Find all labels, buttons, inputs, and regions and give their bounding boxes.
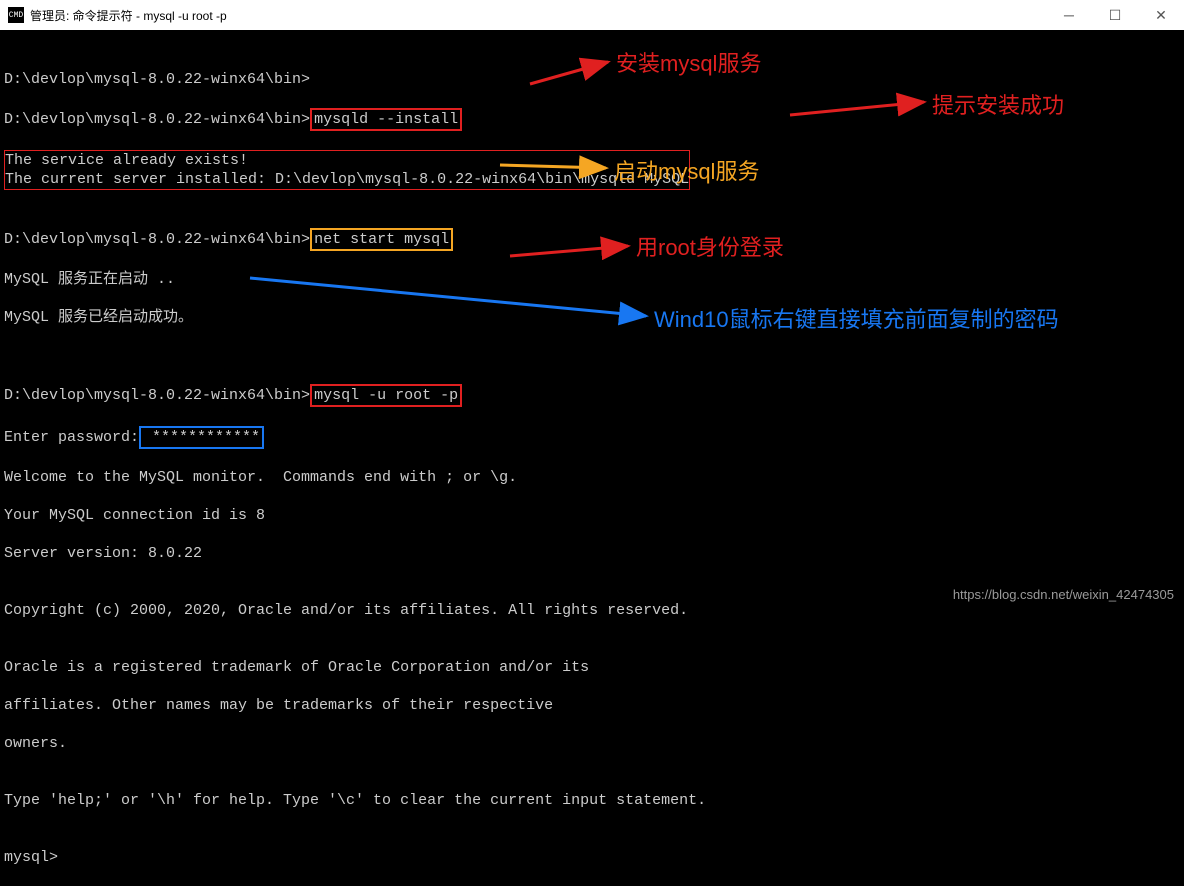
line: D:\devlop\mysql-8.0.22-winx64\bin>mysqld… [4, 108, 1180, 131]
password-mask-box: ************ [139, 426, 264, 449]
line: MySQL 服务已经启动成功。 [4, 308, 1180, 327]
line: Welcome to the MySQL monitor. Commands e… [4, 468, 1180, 487]
line: D:\devlop\mysql-8.0.22-winx64\bin>mysql … [4, 384, 1180, 407]
line: The service already exists! The current … [4, 150, 1180, 190]
terminal-output[interactable]: D:\devlop\mysql-8.0.22-winx64\bin> D:\de… [0, 30, 1184, 886]
watermark: https://blog.csdn.net/weixin_42474305 [953, 587, 1174, 602]
line: D:\devlop\mysql-8.0.22-winx64\bin>net st… [4, 228, 1180, 251]
cmd-netstart-box: net start mysql [310, 228, 453, 251]
cmd-login-box: mysql -u root -p [310, 384, 462, 407]
line: Server version: 8.0.22 [4, 544, 1180, 563]
line: owners. [4, 734, 1180, 753]
close-button[interactable]: ✕ [1138, 0, 1184, 30]
window-title: 管理员: 命令提示符 - mysql -u root -p [30, 7, 227, 24]
window-titlebar: CMD 管理员: 命令提示符 - mysql -u root -p ─ ☐ ✕ [0, 0, 1184, 30]
mysql-prompt: mysql> [4, 848, 1180, 867]
maximize-button[interactable]: ☐ [1092, 0, 1138, 30]
line: Type 'help;' or '\h' for help. Type '\c'… [4, 791, 1180, 810]
install-response-box: The service already exists! The current … [4, 150, 690, 190]
line: Oracle is a registered trademark of Orac… [4, 658, 1180, 677]
line: Enter password: ************ [4, 426, 1180, 449]
line: affiliates. Other names may be trademark… [4, 696, 1180, 715]
line: Copyright (c) 2000, 2020, Oracle and/or … [4, 601, 1180, 620]
cmd-icon: CMD [8, 7, 24, 23]
line: D:\devlop\mysql-8.0.22-winx64\bin> [4, 70, 1180, 89]
line: Your MySQL connection id is 8 [4, 506, 1180, 525]
line: MySQL 服务正在启动 .. [4, 270, 1180, 289]
cmd-install-box: mysqld --install [310, 108, 462, 131]
minimize-button[interactable]: ─ [1046, 0, 1092, 30]
